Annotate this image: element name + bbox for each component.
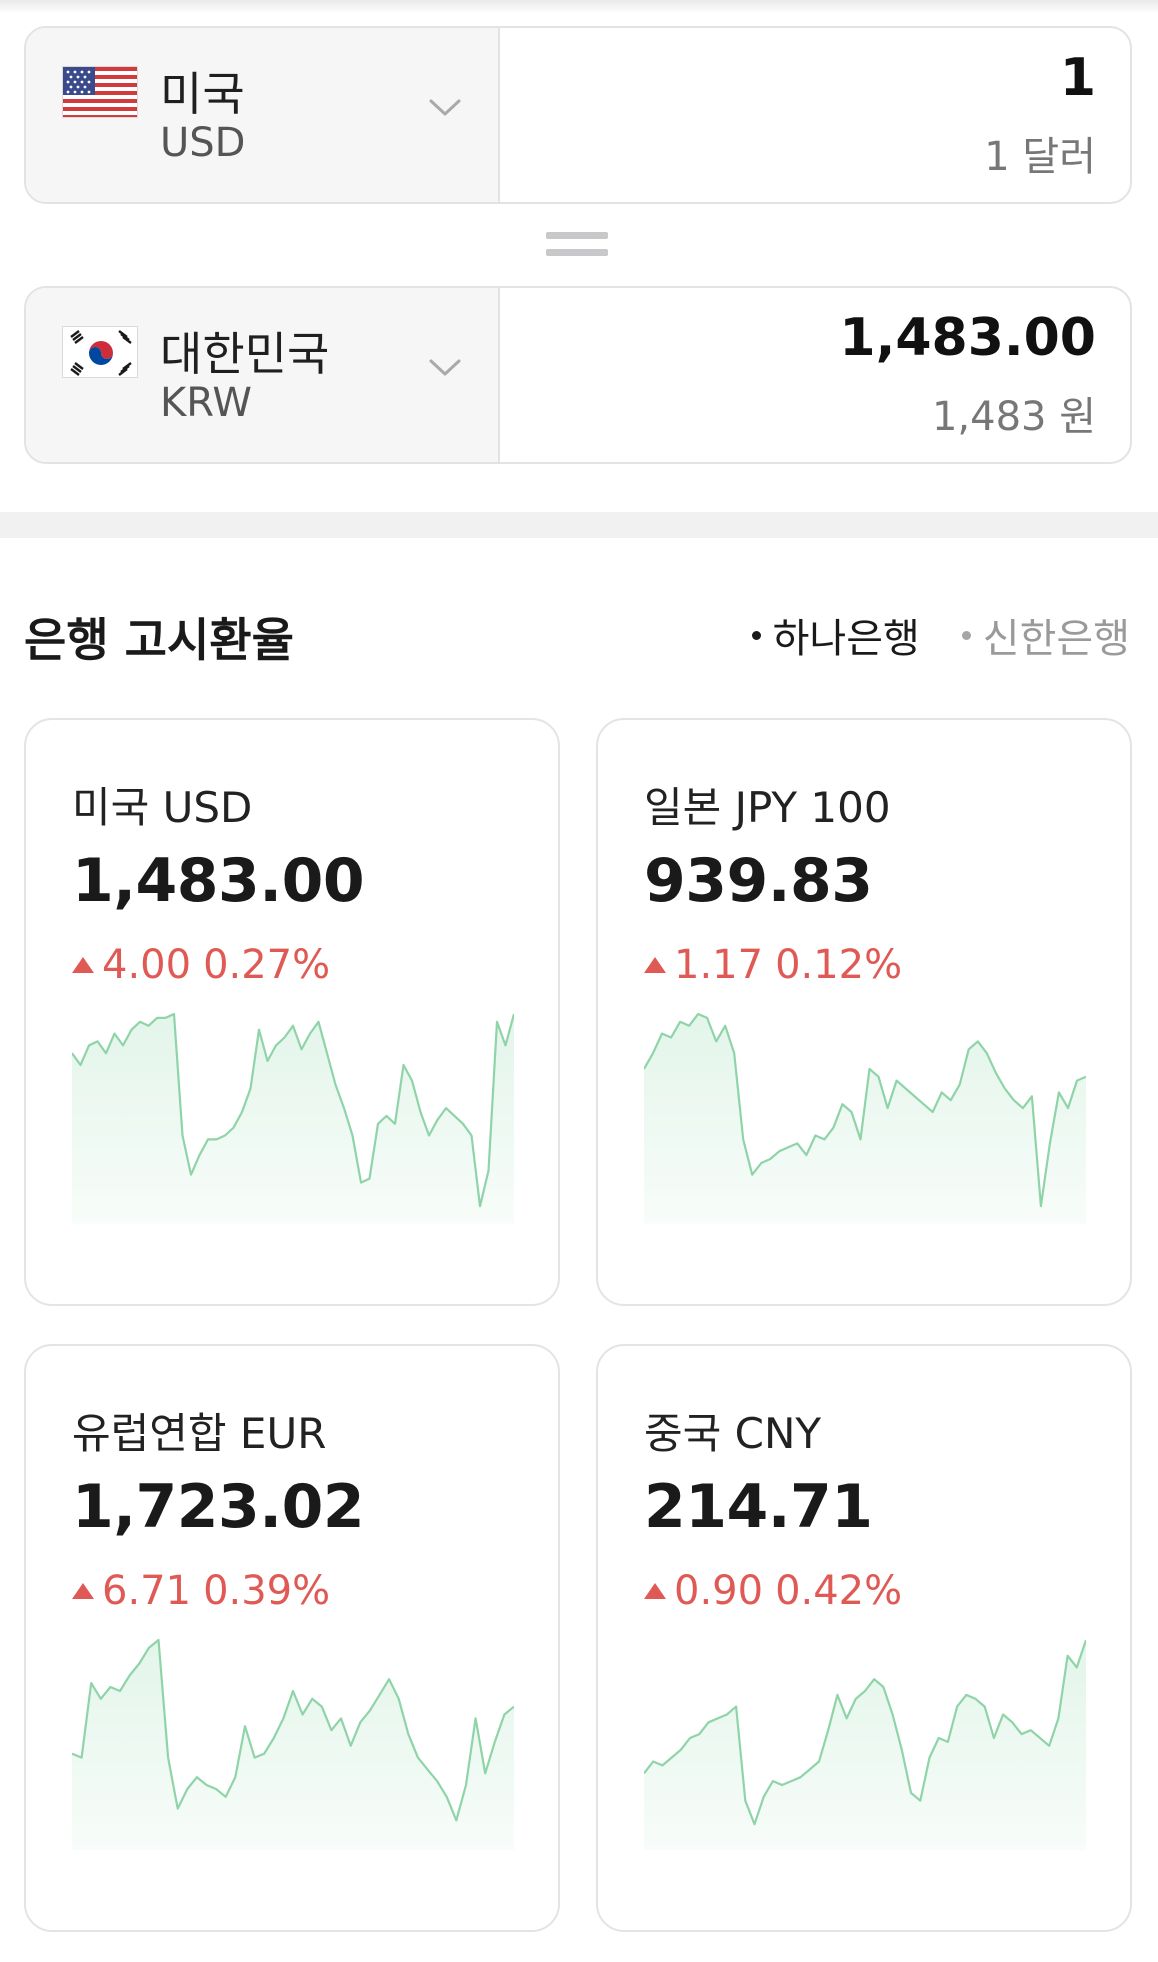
from-amount-value: 1 <box>1059 48 1096 108</box>
sparkline-area <box>644 1014 1086 1224</box>
card-title: 미국 USD <box>72 783 253 832</box>
chevron-down-icon <box>429 99 461 116</box>
top-edge-shadow <box>0 0 1158 14</box>
rate-card-eur[interactable]: 유럽연합 EUR 1,723.02 6.71 0.39% <box>24 1344 560 1932</box>
bullet-icon <box>751 630 761 640</box>
to-amount-text: 1,483 원 <box>931 394 1096 440</box>
sparkline-chart <box>644 1639 1086 1850</box>
card-change-percent: 0.42% <box>775 1568 903 1614</box>
card-change: 4.00 0.27% <box>72 942 330 988</box>
card-rate: 939.83 <box>644 846 873 916</box>
up-triangle-icon <box>72 957 94 973</box>
sparkline-chart <box>72 1638 514 1850</box>
tab-shinhan-bank[interactable]: 신한은행 <box>961 606 1130 664</box>
card-change-percent: 0.27% <box>203 942 331 988</box>
to-amount-field[interactable]: 1,483.00 1,483 원 <box>500 288 1130 462</box>
equals-icon <box>546 232 608 262</box>
card-change: 0.90 0.42% <box>644 1568 902 1614</box>
card-title: 일본 JPY 100 <box>644 783 891 832</box>
card-change-value: 6.71 <box>102 1568 192 1614</box>
card-change-percent: 0.12% <box>775 942 903 988</box>
card-title: 유럽연합 EUR <box>72 1409 327 1458</box>
converter-from-row: 미국 USD 1 1 달러 <box>24 26 1132 204</box>
from-amount-field[interactable]: 1 1 달러 <box>500 28 1130 202</box>
card-change-value: 4.00 <box>102 942 192 988</box>
from-currency-code: USD <box>160 120 246 166</box>
bank-tabs: 하나은행 신한은행 <box>751 606 1130 664</box>
card-rate: 1,723.02 <box>72 1472 365 1542</box>
sparkline-chart <box>72 1012 514 1224</box>
card-change: 6.71 0.39% <box>72 1568 330 1614</box>
rate-card-cny[interactable]: 중국 CNY 214.71 0.90 0.42% <box>596 1344 1132 1932</box>
up-triangle-icon <box>72 1583 94 1599</box>
from-currency-select[interactable]: 미국 USD <box>26 28 500 202</box>
bank-tab-label: 신한은행 <box>982 616 1130 662</box>
sparkline-chart <box>644 1012 1086 1224</box>
up-triangle-icon <box>644 1583 666 1599</box>
bank-tab-label: 하나은행 <box>772 616 920 662</box>
from-country-name: 미국 <box>160 67 245 121</box>
card-title: 중국 CNY <box>644 1409 822 1458</box>
sparkline-area <box>72 1014 514 1224</box>
rate-card-jpy[interactable]: 일본 JPY 100 939.83 1.17 0.12% <box>596 718 1132 1306</box>
rates-section-title: 은행 고시환율 <box>24 613 294 667</box>
chevron-down-icon <box>429 359 461 376</box>
converter-to-row: 대한민국 KRW 1,483.00 1,483 원 <box>24 286 1132 464</box>
card-change: 1.17 0.12% <box>644 942 902 988</box>
card-rate: 214.71 <box>644 1472 873 1542</box>
card-change-percent: 0.39% <box>203 1568 331 1614</box>
rate-card-usd[interactable]: 미국 USD 1,483.00 4.00 0.27% <box>24 718 560 1306</box>
section-divider <box>0 512 1158 538</box>
up-triangle-icon <box>644 957 666 973</box>
tab-hana-bank[interactable]: 하나은행 <box>751 606 920 664</box>
kr-flag-icon <box>62 326 138 378</box>
bullet-icon <box>961 630 971 640</box>
to-country-name: 대한민국 <box>160 327 330 381</box>
card-change-value: 0.90 <box>674 1568 764 1614</box>
us-flag-icon <box>62 66 138 118</box>
to-currency-select[interactable]: 대한민국 KRW <box>26 288 500 462</box>
from-amount-text: 1 달러 <box>984 134 1096 180</box>
card-change-value: 1.17 <box>674 942 764 988</box>
to-currency-code: KRW <box>160 380 252 426</box>
to-amount-value: 1,483.00 <box>839 308 1096 368</box>
sparkline-area <box>644 1640 1086 1850</box>
card-rate: 1,483.00 <box>72 846 365 916</box>
sparkline-area <box>72 1640 514 1850</box>
